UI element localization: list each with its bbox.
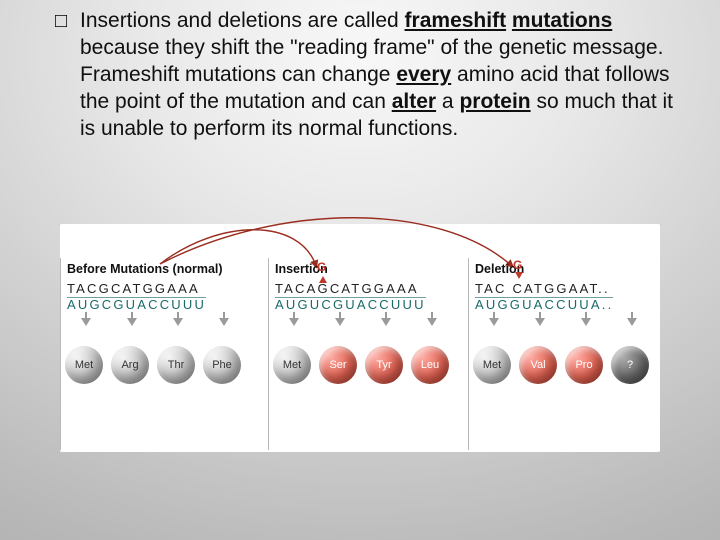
frameshift-diagram: Before Mutations (normal) TACGCATGGAAA A… <box>60 224 660 452</box>
aa-ball: Phe <box>203 346 241 384</box>
insertion-caret-icon <box>319 276 327 283</box>
aa-ball: Thr <box>157 346 195 384</box>
panel-normal-dna: TACGCATGGAAA <box>67 282 262 296</box>
body-text: Insertions and deletions are called fram… <box>0 0 720 142</box>
panel-insertion: Insertion G TACAGCATGGAAA AUGUCGUACCUUU … <box>268 258 468 450</box>
aa-ball: Ser <box>319 346 357 384</box>
aa-ball: Tyr <box>365 346 403 384</box>
panel-insertion-aa: Met Ser Tyr Leu <box>275 318 462 400</box>
panel-normal-aa: Met Arg Thr Phe <box>67 318 262 400</box>
panel-normal: Before Mutations (normal) TACGCATGGAAA A… <box>60 258 268 450</box>
panel-insertion-title: Insertion <box>275 262 462 276</box>
panel-normal-rna: AUGCGUACCUUU <box>67 297 206 312</box>
panel-deletion: Deletion G TAC CATGGAAT.. AUGGUACCUUA.. … <box>468 258 660 450</box>
aa-ball: ? <box>611 346 649 384</box>
aa-ball: Met <box>273 346 311 384</box>
t-alter: alter <box>392 90 436 113</box>
aa-ball: Met <box>473 346 511 384</box>
deletion-letter: G <box>513 258 522 272</box>
panel-insertion-dna: TACAGCATGGAAA <box>275 282 462 296</box>
t-frameshift: frameshift <box>405 9 507 32</box>
deletion-caret-icon <box>515 272 523 279</box>
aa-ball: Arg <box>111 346 149 384</box>
aa-ball: Pro <box>565 346 603 384</box>
t-protein: protein <box>459 90 530 113</box>
t-mid3: a <box>436 90 459 113</box>
aa-ball: Val <box>519 346 557 384</box>
panel-deletion-dna: TAC CATGGAAT.. <box>475 282 654 296</box>
panel-insertion-rna: AUGUCGUACCUUU <box>275 297 426 312</box>
panel-deletion-title: Deletion <box>475 262 654 276</box>
t-mutations: mutations <box>512 9 612 32</box>
panel-deletion-rna: AUGGUACCUUA.. <box>475 297 613 312</box>
aa-ball: Leu <box>411 346 449 384</box>
t-lead: Insertions and deletions are called <box>80 9 405 32</box>
aa-ball: Met <box>65 346 103 384</box>
panel-deletion-aa: Met Val Pro ? <box>475 318 654 400</box>
bullet-marker: □ <box>55 10 67 33</box>
insertion-letter: G <box>317 260 326 274</box>
panel-normal-title: Before Mutations (normal) <box>67 262 262 276</box>
t-every: every <box>396 63 451 86</box>
